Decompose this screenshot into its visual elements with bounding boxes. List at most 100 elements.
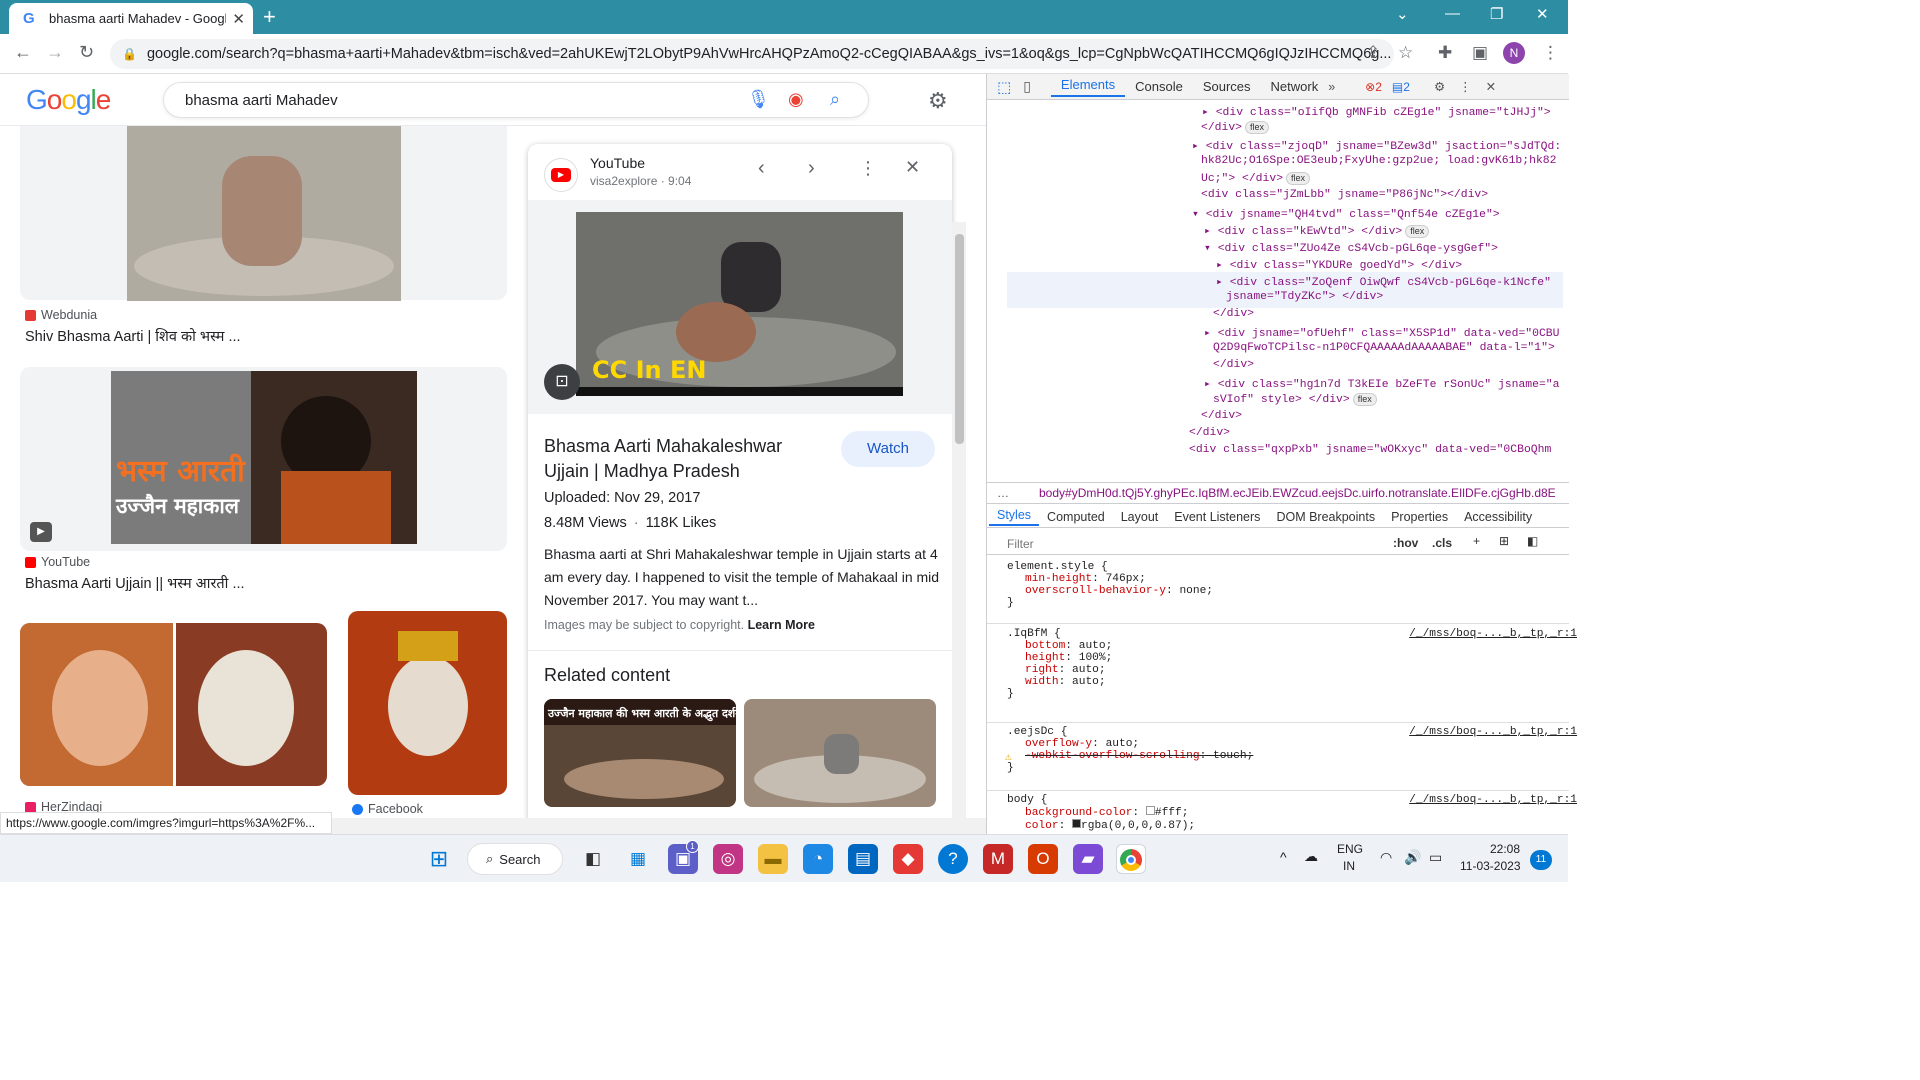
result-card-2[interactable]: भस्म आरती उज्जैन महाकाल ▶: [20, 367, 507, 551]
search-box[interactable]: bhasma aarti Mahadev 🎙 ◉ ⌕: [163, 82, 869, 118]
teams-chat-icon[interactable]: ▣ 1: [668, 840, 699, 874]
tab-accessibility[interactable]: Accessibility: [1456, 510, 1540, 524]
back-icon[interactable]: ←: [14, 42, 32, 63]
close-preview-icon[interactable]: ✕: [905, 157, 920, 178]
related-item-2[interactable]: [744, 699, 936, 807]
dom-line[interactable]: ▾ <div class="ZUo4Ze cS4Vcb-pGL6qe-ysgGe…: [1204, 240, 1498, 255]
address-bar[interactable]: 🔒 google.com/search?q=bhasma+aarti+Mahad…: [110, 39, 1394, 69]
onedrive-icon[interactable]: ☁: [1304, 848, 1318, 865]
devtools-menu-icon[interactable]: ⋮: [1459, 79, 1472, 94]
cls-toggle[interactable]: .cls: [1432, 536, 1452, 550]
dom-line[interactable]: ▸ <div class="kEwVtd"> </div> flex: [1204, 223, 1430, 238]
volume-icon[interactable]: 🔊: [1404, 849, 1421, 866]
dom-line[interactable]: <div class="qxpPxb" jsname="wOKxyc" data…: [1189, 444, 1551, 456]
language-indicator[interactable]: ENG: [1337, 842, 1363, 856]
color-swatch[interactable]: [1145, 806, 1155, 815]
breadcrumb-more-icon[interactable]: …: [997, 483, 1009, 503]
instagram-icon[interactable]: ◎: [713, 844, 743, 874]
dom-line[interactable]: Uc;"> </div> flex: [1201, 172, 1311, 185]
camera-lens-icon[interactable]: ◉: [788, 89, 804, 110]
dom-line[interactable]: jsname="TdyZKc"> </div>: [1226, 291, 1383, 303]
css-decl[interactable]: width: auto;: [1007, 676, 1577, 688]
result-card-4[interactable]: [348, 611, 507, 795]
message-count[interactable]: ▤2: [1392, 80, 1410, 94]
tab-event-listeners[interactable]: Event Listeners: [1166, 510, 1268, 524]
css-rule-eejsdc[interactable]: .eejsDc { /_/mss/boq-..._b,_tp,_r:1 over…: [1005, 726, 1577, 774]
rendering-emulation-icon[interactable]: ⊞: [1499, 534, 1509, 548]
dom-line[interactable]: </div>: [1213, 359, 1254, 371]
page-scrollbar[interactable]: [952, 222, 966, 834]
windows-start-icon[interactable]: ⊞: [424, 844, 454, 874]
result-1-title[interactable]: Shiv Bhasma Aarti | शिव को भस्म ...: [25, 326, 241, 346]
bookmark-star-icon[interactable]: ☆: [1398, 43, 1413, 63]
lock-icon[interactable]: 🔒: [122, 47, 137, 61]
tab-layout[interactable]: Layout: [1113, 510, 1167, 524]
browser-tab[interactable]: G bhasma aarti Mahadev - Google ✕: [9, 3, 253, 34]
anydesk-icon[interactable]: ◆: [893, 844, 923, 874]
dom-line[interactable]: Q2D9qFwoTCPilsc-n1P0CFQAAAAAdAAAAABAE" d…: [1213, 342, 1555, 354]
css-decl[interactable]: background-color: #fff;: [1007, 806, 1577, 819]
tab-elements[interactable]: Elements: [1050, 77, 1126, 97]
settings-gear-icon[interactable]: ⚙: [928, 88, 948, 114]
dom-line[interactable]: sVIof" style> </div> flex: [1213, 393, 1377, 406]
new-rule-icon[interactable]: +: [1473, 534, 1480, 548]
dom-line[interactable]: </div>: [1201, 410, 1242, 422]
notification-badge[interactable]: 11: [1530, 850, 1552, 870]
wifi-icon[interactable]: ◠: [1380, 849, 1392, 866]
new-tab-button[interactable]: +: [263, 3, 276, 31]
dom-line[interactable]: ▸ <div class="hg1n7d T3kEIe bZeFTe rSonU…: [1204, 376, 1559, 391]
css-decl[interactable]: min-height: 746px;: [1007, 573, 1577, 585]
more-tabs-icon[interactable]: »: [1328, 80, 1335, 94]
minimize-button[interactable]: —: [1445, 5, 1460, 22]
preview-title[interactable]: Bhasma Aarti Mahakaleshwar Ujjain | Madh…: [544, 434, 814, 484]
result-card-1[interactable]: [20, 110, 507, 301]
inspect-element-icon[interactable]: ⬚: [997, 78, 1011, 96]
tab-properties[interactable]: Properties: [1383, 510, 1456, 524]
watch-button[interactable]: Watch: [841, 431, 935, 467]
color-swatch[interactable]: [1072, 819, 1082, 828]
clipchamp-icon[interactable]: ▰: [1073, 844, 1103, 874]
reload-icon[interactable]: ↻: [79, 42, 94, 63]
restore-button[interactable]: ❐: [1490, 5, 1503, 23]
lens-search-icon[interactable]: ⊡: [544, 364, 580, 400]
forward-icon[interactable]: →: [46, 42, 64, 63]
css-decl-invalid[interactable]: ⚠ -webkit-overflow-scrolling: touch;: [1005, 750, 1577, 764]
dom-line[interactable]: hk82Uc;O16Spe:OE3eub;FxyUhe:gzp2ue; load…: [1201, 155, 1556, 167]
related-item-1[interactable]: उज्जैन महाकाल की भस्म आरती के अद्भुत दर्…: [544, 699, 736, 807]
css-source-link[interactable]: /_/mss/boq-..._b,_tp,_r:1: [1409, 794, 1577, 806]
dom-tree[interactable]: ▸ <div class="oIifQb gMNFib cZEg1e" jsna…: [987, 100, 1569, 482]
result-2-source[interactable]: YouTube: [25, 555, 90, 569]
preview-image[interactable]: CC In EN: [576, 212, 903, 396]
flex-badge[interactable]: flex: [1405, 225, 1430, 238]
microsoft-store-icon[interactable]: ▤: [848, 844, 878, 874]
hov-toggle[interactable]: :hov: [1393, 536, 1418, 550]
device-toolbar-icon[interactable]: ▯: [1023, 78, 1031, 95]
file-explorer-icon[interactable]: ▬: [758, 844, 788, 874]
close-tab-icon[interactable]: ✕: [232, 10, 245, 28]
clock-time[interactable]: 22:08: [1490, 842, 1520, 856]
tab-console[interactable]: Console: [1125, 79, 1193, 94]
dom-line[interactable]: ▸ <div class="YKDURe goedYd"> </div>: [1216, 257, 1462, 272]
tab-dom-breakpoints[interactable]: DOM Breakpoints: [1268, 510, 1383, 524]
learn-more-link[interactable]: Learn More: [748, 618, 815, 632]
dom-line[interactable]: </div>: [1213, 308, 1254, 320]
previous-arrow-icon[interactable]: ‹: [758, 157, 765, 180]
styles-filter-input[interactable]: Filter :hov .cls + ⊞ ◧: [987, 531, 1569, 555]
extensions-icon[interactable]: ✚: [1438, 43, 1452, 63]
result-card-3[interactable]: [20, 623, 327, 786]
help-icon[interactable]: ?: [938, 844, 968, 874]
devtools-settings-icon[interactable]: ⚙: [1434, 79, 1445, 94]
css-rule-body[interactable]: body { /_/mss/boq-..._b,_tp,_r:1 backgro…: [1007, 794, 1577, 832]
dom-line[interactable]: ▸ <div class="ZoQenf OiwQwf cS4Vcb-pGL6q…: [1216, 274, 1551, 289]
css-decl[interactable]: overflow-y: auto;: [1007, 738, 1577, 750]
show-hidden-icons[interactable]: ^: [1280, 849, 1287, 865]
css-decl[interactable]: height: 100%;: [1007, 652, 1577, 664]
dom-line[interactable]: <div class="jZmLbb" jsname="P86jNc"></di…: [1201, 189, 1488, 201]
search-icon[interactable]: ⌕: [830, 89, 840, 110]
css-decl[interactable]: right: auto;: [1007, 664, 1577, 676]
css-decl[interactable]: overscroll-behavior-y: none;: [1007, 585, 1577, 597]
tab-computed[interactable]: Computed: [1039, 510, 1113, 524]
menu-kebab-icon[interactable]: ⋮: [1542, 43, 1559, 63]
dom-line[interactable]: </div>: [1189, 427, 1230, 439]
tab-search-icon[interactable]: ⌄: [1396, 5, 1409, 23]
